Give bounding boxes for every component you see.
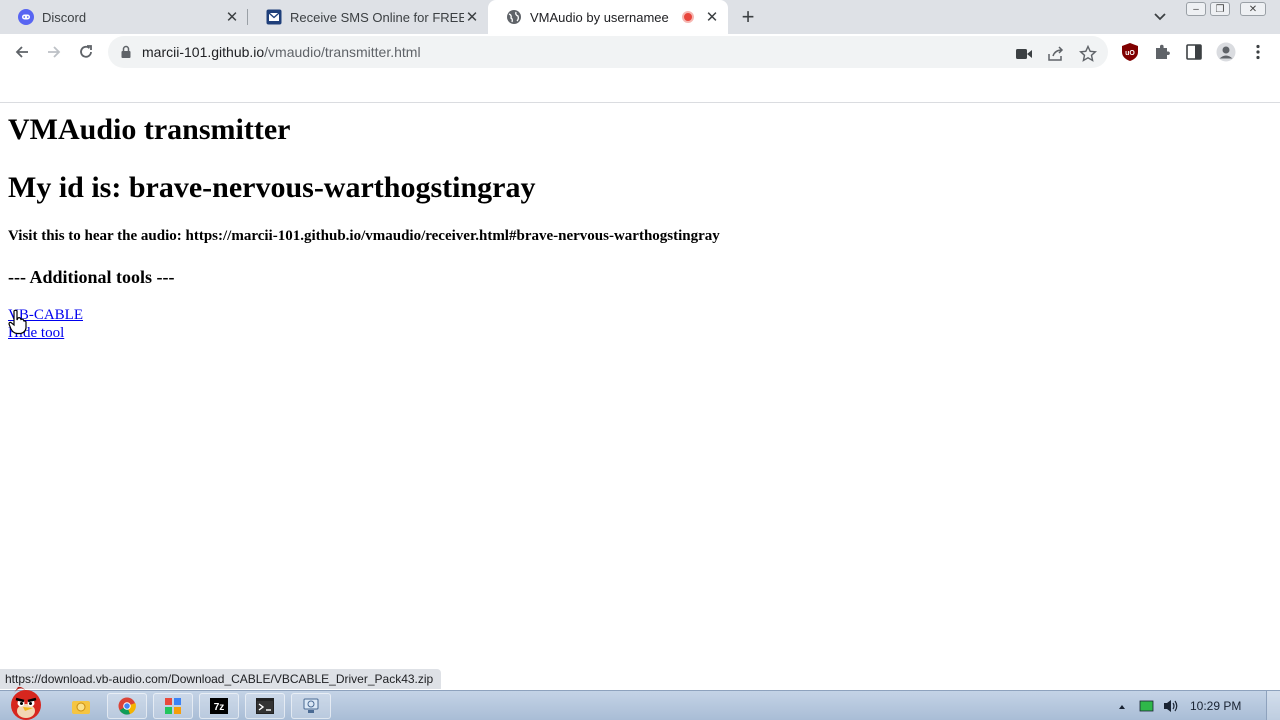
close-window-button[interactable]: ✕	[1240, 2, 1266, 16]
receiver-link-text: Visit this to hear the audio: https://ma…	[8, 228, 720, 244]
windows-taskbar: 7z 10:29 PM	[0, 686, 1280, 720]
hand-pointer-cursor-icon	[8, 309, 28, 335]
additional-tools-heading: --- Additional tools ---	[8, 267, 175, 287]
taskbar-chrome-button[interactable]	[107, 693, 147, 719]
minimize-button[interactable]: –	[1186, 2, 1206, 16]
reload-button[interactable]	[72, 38, 100, 66]
chrome-icon	[118, 697, 136, 715]
close-icon[interactable]: ✕	[704, 9, 720, 26]
show-desktop-button[interactable]	[1266, 691, 1280, 720]
svg-text:uO: uO	[1125, 50, 1135, 57]
globe-icon	[506, 9, 522, 25]
close-icon[interactable]: ✕	[224, 9, 240, 26]
back-button[interactable]	[8, 38, 36, 66]
close-icon[interactable]: ✕	[464, 9, 480, 26]
reload-icon	[80, 45, 92, 58]
id-heading: My id is: brave-nervous-warthogstingray	[8, 171, 536, 204]
bookmark-star-icon[interactable]	[1078, 44, 1098, 64]
recording-indicator-icon	[682, 11, 694, 23]
tab-vmaudio[interactable]: VMAudio by usernamee ✕	[488, 0, 728, 34]
taskbar-7zip-button[interactable]: 7z	[199, 693, 239, 719]
taskbar-app-button[interactable]	[153, 693, 193, 719]
extensions-puzzle-icon[interactable]	[1152, 42, 1172, 62]
taskbar-network-button[interactable]	[291, 693, 331, 719]
kebab-menu-icon[interactable]	[1248, 42, 1268, 62]
side-panel-icon[interactable]	[1184, 42, 1204, 62]
back-arrow-icon	[15, 46, 28, 58]
page-title: VMAudio transmitter	[8, 113, 291, 146]
file-explorer-icon[interactable]	[70, 695, 92, 717]
tab-search-chevron-icon[interactable]	[1150, 8, 1170, 26]
toolbar-divider	[0, 102, 1280, 103]
link-status-bubble: https://download.vb-audio.com/Download_C…	[0, 669, 442, 689]
tab-strip: Discord ✕ Receive SMS Online for FREE | …	[0, 0, 1280, 34]
multicolor-app-icon	[165, 698, 181, 714]
discord-icon	[18, 9, 34, 25]
speaker-volume-icon[interactable]	[1162, 698, 1180, 714]
tab-discord[interactable]: Discord ✕	[0, 0, 248, 34]
svg-text:7z: 7z	[214, 702, 225, 713]
browser-toolbar: marcii-101.github.io/vmaudio/transmitter…	[0, 34, 1280, 70]
network-window-icon	[303, 698, 319, 713]
url-text: marcii-101.github.io/vmaudio/transmitter…	[142, 44, 421, 60]
taskbar-terminal-button[interactable]	[245, 693, 285, 719]
share-icon[interactable]	[1046, 44, 1066, 64]
tab-receive-sms[interactable]: Receive SMS Online for FREE | ✕	[248, 0, 488, 34]
ublock-origin-icon[interactable]: uO	[1120, 42, 1140, 62]
url-host: marcii-101.github.io	[142, 44, 265, 60]
status-url: https://download.vb-audio.com/Download_C…	[5, 672, 434, 686]
forward-arrow-icon	[48, 46, 61, 58]
camera-icon[interactable]	[1014, 44, 1034, 64]
terminal-icon	[256, 698, 274, 714]
tab-title: Discord	[42, 9, 87, 25]
tray-expand-chevron-icon[interactable]	[1116, 700, 1128, 712]
lock-icon[interactable]	[120, 45, 132, 64]
url-path: /vmaudio/transmitter.html	[264, 44, 421, 60]
forward-button[interactable]	[40, 38, 68, 66]
restore-button[interactable]: ❐	[1210, 2, 1230, 16]
new-tab-button[interactable]: +	[736, 4, 760, 29]
address-bar[interactable]: marcii-101.github.io/vmaudio/transmitter…	[108, 36, 1108, 68]
sms-site-icon	[266, 9, 282, 25]
battery-tray-icon[interactable]	[1139, 699, 1155, 713]
start-button-angry-bird-icon[interactable]	[4, 683, 48, 720]
tab-title: VMAudio by usernamee	[530, 9, 669, 25]
profile-avatar-icon[interactable]	[1216, 42, 1236, 62]
taskbar-clock[interactable]: 10:29 PM	[1190, 699, 1241, 713]
7zip-icon: 7z	[210, 698, 228, 714]
tab-title: Receive SMS Online for FREE |	[290, 9, 464, 25]
